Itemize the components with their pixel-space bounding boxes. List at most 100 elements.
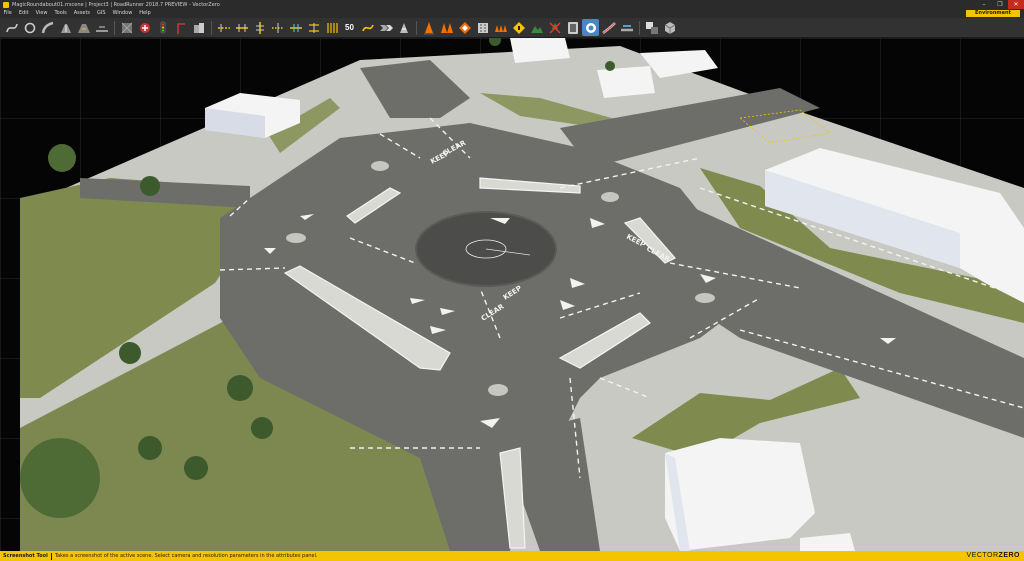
lane-carving-tool[interactable] bbox=[287, 19, 304, 36]
menu-assets[interactable]: Assets bbox=[70, 9, 93, 18]
pole-icon bbox=[176, 22, 185, 34]
scene-viewport[interactable]: KEEP CLEAR KEEP CLEAR KEEP CLEAR bbox=[0, 38, 1024, 551]
stop-line-icon bbox=[308, 22, 319, 33]
roadrunner-app-icon bbox=[3, 1, 9, 8]
layer-tool[interactable] bbox=[643, 19, 660, 36]
cube-tool[interactable] bbox=[661, 19, 678, 36]
status-message: Takes a screenshot of the active scene. … bbox=[54, 553, 318, 559]
traffic-cone-icon bbox=[423, 21, 434, 34]
tree-clear-icon bbox=[548, 21, 561, 34]
roundabout-icon bbox=[24, 22, 35, 33]
mini-roundabout bbox=[371, 161, 389, 171]
route-icon bbox=[361, 24, 374, 31]
speed-limit-label: 50 bbox=[345, 23, 354, 32]
window-controls: – ❐ ✕ bbox=[976, 0, 1024, 9]
surface-tool[interactable] bbox=[118, 19, 135, 36]
building-blocks-icon bbox=[193, 22, 204, 33]
warning-sign-tool[interactable] bbox=[510, 19, 527, 36]
lane-width-icon bbox=[77, 23, 90, 33]
building-tool[interactable] bbox=[474, 19, 491, 36]
parking-icon bbox=[567, 21, 578, 34]
lane-add-tool[interactable] bbox=[93, 19, 110, 36]
menu-bar: File Edit View Tools Assets GIS Window H… bbox=[0, 9, 1024, 18]
barrier-tool[interactable] bbox=[492, 19, 509, 36]
prop-polygon-icon bbox=[458, 21, 471, 34]
window-title: MagicRoundabout01.rrscene | Project3 | R… bbox=[12, 1, 220, 8]
lane-link-tool[interactable] bbox=[618, 19, 635, 36]
lane-tool[interactable] bbox=[57, 19, 74, 36]
menu-file[interactable]: File bbox=[0, 9, 15, 18]
marking-polygon-icon bbox=[271, 22, 284, 33]
cube-icon bbox=[664, 21, 675, 34]
warning-sign-icon bbox=[512, 21, 525, 34]
brand-light: VECTOR bbox=[966, 552, 999, 559]
lane-marking-tool[interactable] bbox=[215, 19, 232, 36]
surface-icon bbox=[121, 22, 132, 33]
marking-point-tool[interactable] bbox=[233, 19, 250, 36]
stop-line-tool[interactable] bbox=[305, 19, 322, 36]
road-plan-tool[interactable] bbox=[3, 19, 20, 36]
marking-curve-icon bbox=[255, 21, 264, 34]
tree bbox=[119, 342, 141, 364]
prop-polygon-tool[interactable] bbox=[456, 19, 473, 36]
lane-carving-icon bbox=[289, 23, 302, 32]
menu-help[interactable]: Help bbox=[136, 9, 154, 18]
menu-tools[interactable]: Tools bbox=[51, 9, 70, 18]
terrain-tool[interactable] bbox=[528, 19, 545, 36]
mini-roundabout bbox=[286, 233, 306, 243]
parking-tool[interactable] bbox=[564, 19, 581, 36]
sign-tool[interactable] bbox=[377, 19, 394, 36]
junction-icon bbox=[139, 22, 150, 33]
menu-edit[interactable]: Edit bbox=[15, 9, 32, 18]
lane-add-icon bbox=[95, 26, 108, 32]
status-separator bbox=[50, 552, 52, 560]
speed-tool[interactable]: 50 bbox=[341, 19, 358, 36]
cone-tool[interactable] bbox=[420, 19, 437, 36]
lane-marking-icon bbox=[217, 23, 230, 32]
traffic-light-icon bbox=[160, 21, 165, 33]
layers-icon bbox=[645, 21, 658, 34]
menu-window[interactable]: Window bbox=[109, 9, 136, 18]
tree bbox=[605, 61, 615, 71]
road-export-icon bbox=[601, 21, 616, 34]
junction-tool[interactable] bbox=[136, 19, 153, 36]
route-tool[interactable] bbox=[359, 19, 376, 36]
vectorzero-logo: VECTORZERO bbox=[967, 551, 1021, 561]
menu-view[interactable]: View bbox=[32, 9, 51, 18]
mini-roundabout bbox=[488, 384, 508, 396]
maximize-button[interactable]: ❐ bbox=[992, 0, 1008, 9]
marking-arrow-tool[interactable] bbox=[395, 19, 412, 36]
road-construction-tool[interactable] bbox=[39, 19, 56, 36]
lane-icon bbox=[60, 23, 71, 33]
toolbar-separator bbox=[211, 20, 212, 35]
menu-gis[interactable]: GIS bbox=[94, 9, 110, 18]
minimize-button[interactable]: – bbox=[976, 0, 992, 9]
toolbar-separator bbox=[639, 20, 640, 35]
close-button[interactable]: ✕ bbox=[1008, 0, 1024, 9]
mini-roundabout bbox=[601, 192, 619, 202]
prop-curve-tool[interactable] bbox=[190, 19, 207, 36]
road-construction-icon bbox=[41, 21, 53, 33]
marking-polygon-tool[interactable] bbox=[269, 19, 286, 36]
lane-link-icon bbox=[620, 24, 633, 31]
tree bbox=[140, 176, 160, 196]
title-bar: MagicRoundabout01.rrscene | Project3 | R… bbox=[0, 0, 1024, 9]
clear-tool[interactable] bbox=[546, 19, 563, 36]
export-tool[interactable] bbox=[600, 19, 617, 36]
marking-curve-tool[interactable] bbox=[251, 19, 268, 36]
toolbar-separator bbox=[416, 20, 417, 35]
marking-point-icon bbox=[235, 23, 248, 32]
tool-bar: 50 bbox=[0, 18, 1024, 38]
signal-tool[interactable] bbox=[154, 19, 171, 36]
building-southeast bbox=[665, 438, 815, 551]
prop-tool[interactable] bbox=[172, 19, 189, 36]
road-plan-icon bbox=[5, 23, 18, 32]
crosswalk-icon bbox=[326, 22, 338, 33]
roundabout-tool[interactable] bbox=[21, 19, 38, 36]
environment-button[interactable]: Environment bbox=[966, 10, 1020, 17]
lane-width-tool[interactable] bbox=[75, 19, 92, 36]
screenshot-tool[interactable] bbox=[582, 19, 599, 36]
camera-icon bbox=[585, 22, 596, 33]
crosswalk-tool[interactable] bbox=[323, 19, 340, 36]
prop-point-tool[interactable] bbox=[438, 19, 455, 36]
